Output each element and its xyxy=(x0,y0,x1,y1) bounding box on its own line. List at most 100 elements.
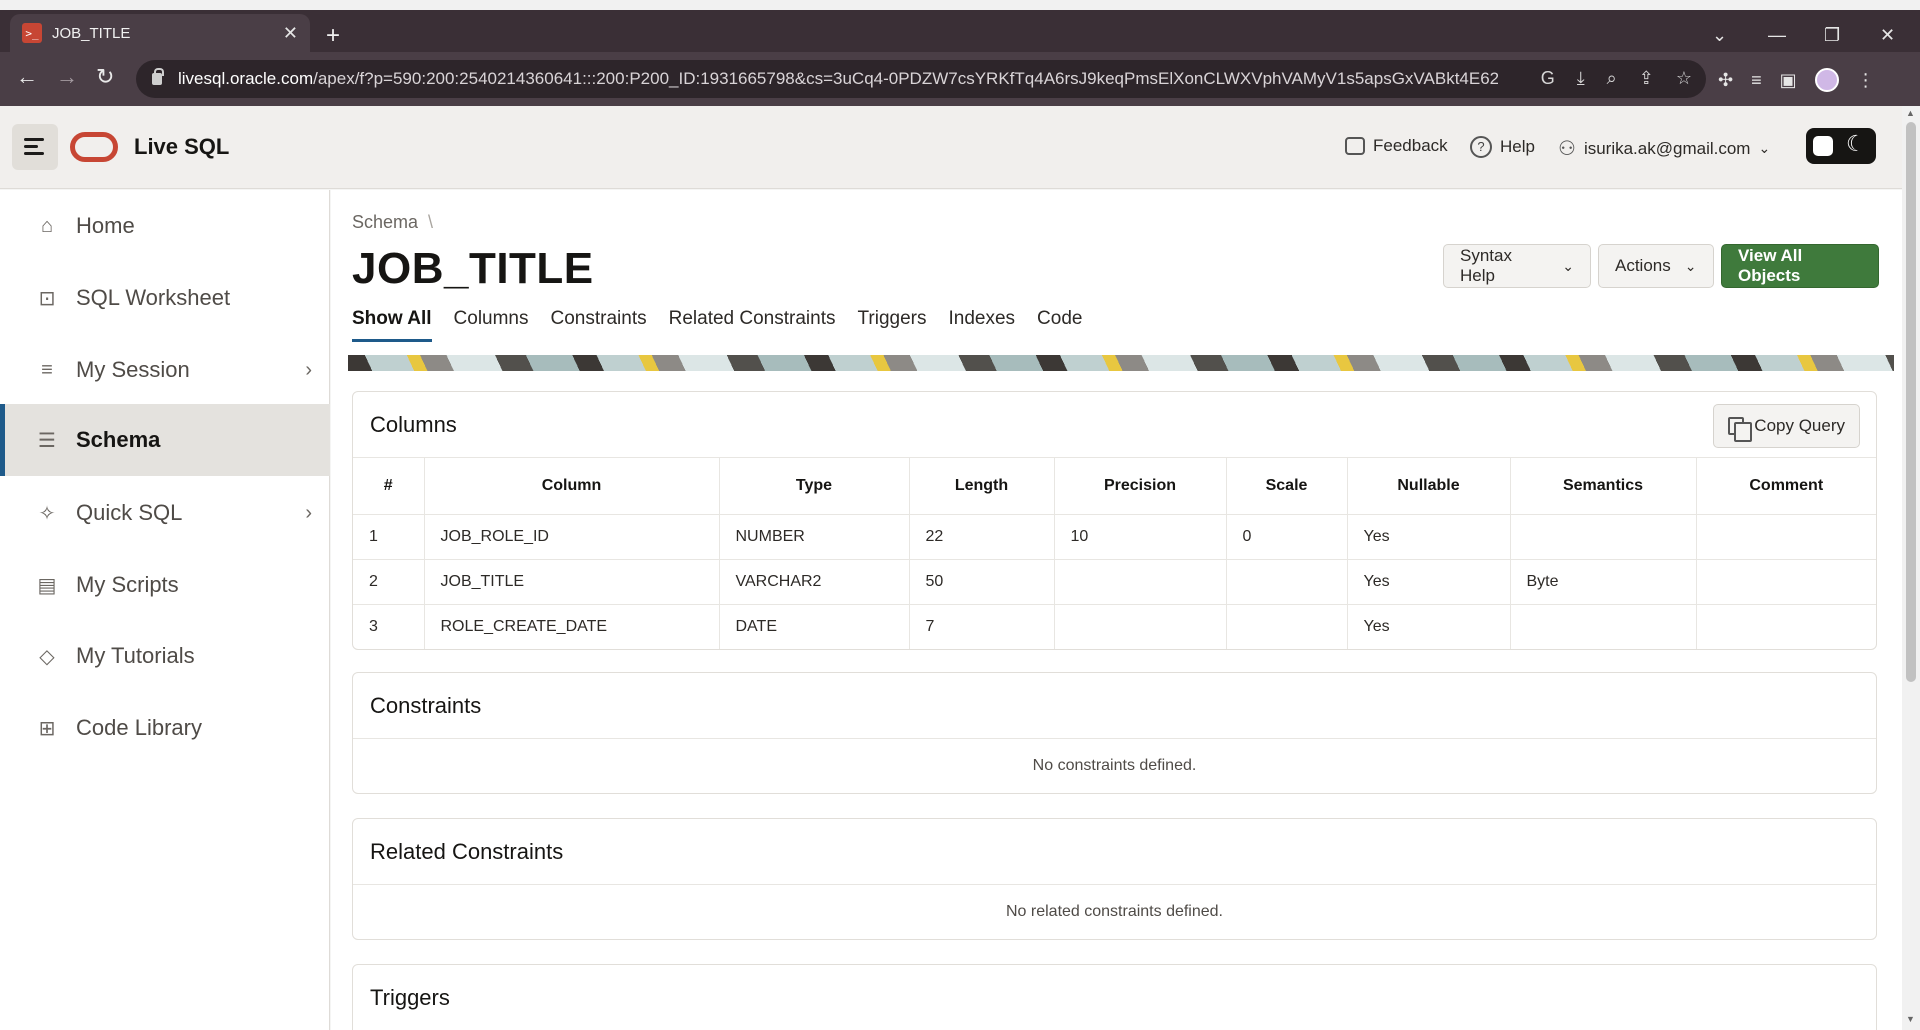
table-cell xyxy=(1696,559,1876,605)
object-tabs: Show All Columns Constraints Related Con… xyxy=(352,308,1082,342)
user-menu[interactable]: ⚇ isurika.ak@gmail.com ⌄ xyxy=(1558,136,1770,161)
table-cell xyxy=(1226,604,1348,649)
table-cell: 7 xyxy=(909,604,1055,649)
scroll-up-icon[interactable]: ▲ xyxy=(1906,108,1915,118)
tab-show-all[interactable]: Show All xyxy=(352,308,432,342)
column-header[interactable]: Precision xyxy=(1054,458,1227,515)
install-app-icon[interactable]: ⤓ xyxy=(1577,68,1585,89)
hamburger-menu-icon[interactable] xyxy=(12,124,58,170)
new-tab-icon[interactable]: + xyxy=(326,24,340,48)
column-header[interactable]: Column xyxy=(424,458,720,515)
columns-card-title: Columns xyxy=(353,392,1876,458)
profile-avatar-icon[interactable] xyxy=(1814,68,1839,92)
related-constraints-card-title: Related Constraints xyxy=(353,819,1876,885)
scroll-down-icon[interactable]: ▼ xyxy=(1906,1014,1915,1024)
column-header[interactable]: Semantics xyxy=(1510,458,1697,515)
library-icon: ⊞ xyxy=(38,717,56,740)
tab-constraints[interactable]: Constraints xyxy=(551,308,647,342)
table-cell xyxy=(1054,604,1227,649)
feedback-link[interactable]: Feedback xyxy=(1345,136,1448,156)
constraints-empty-message: No constraints defined. xyxy=(1032,757,1197,774)
sidebar-item-quick-sql[interactable]: ✧ Quick SQL › xyxy=(0,477,330,549)
close-window-icon[interactable]: ✕ xyxy=(1880,26,1895,44)
tab-indexes[interactable]: Indexes xyxy=(948,308,1015,342)
dark-mode-toggle[interactable]: ☾ xyxy=(1806,128,1876,164)
sidebar-item-my-scripts[interactable]: ▤ My Scripts xyxy=(0,549,330,621)
back-icon[interactable]: ← xyxy=(16,66,38,88)
minimize-icon[interactable]: — xyxy=(1768,26,1786,44)
column-header[interactable]: Type xyxy=(719,458,910,515)
scrollbar-thumb[interactable] xyxy=(1906,122,1916,682)
sidebar-item-schema[interactable]: ☰ Schema xyxy=(0,404,330,476)
actions-button[interactable]: Actions ⌄ xyxy=(1598,244,1714,288)
extensions-puzzle-icon[interactable]: ✣ xyxy=(1718,70,1733,91)
chevron-down-icon: ⌄ xyxy=(1562,257,1574,274)
syntax-help-button[interactable]: Syntax Help ⌄ xyxy=(1443,244,1591,288)
tab-related-constraints[interactable]: Related Constraints xyxy=(669,308,836,342)
table-cell: Yes xyxy=(1347,514,1511,560)
columns-table: # Column Type Length Precision Scale Nul… xyxy=(353,458,1876,649)
sidebar-item-label: Code Library xyxy=(76,715,202,740)
table-cell: 50 xyxy=(909,559,1055,605)
close-tab-icon[interactable]: ✕ xyxy=(283,24,298,42)
breadcrumb-schema-link[interactable]: Schema xyxy=(352,212,418,232)
address-bar[interactable]: livesql.oracle.com/apex/f?p=590:200:2540… xyxy=(136,60,1706,98)
sidebar-item-my-session[interactable]: ≡ My Session › xyxy=(0,334,330,406)
tab-code[interactable]: Code xyxy=(1037,308,1082,342)
home-icon: ⌂ xyxy=(40,214,54,237)
related-constraints-card: Related Constraints No related constrain… xyxy=(352,818,1877,940)
zoom-icon[interactable]: ⌕ xyxy=(1607,68,1617,89)
bookmark-star-icon[interactable]: ☆ xyxy=(1676,68,1692,89)
moon-icon: ☾ xyxy=(1846,131,1866,156)
side-panel-icon[interactable]: ▣ xyxy=(1780,70,1797,91)
tab-triggers[interactable]: Triggers xyxy=(858,308,927,342)
browser-tab[interactable]: >_ JOB_TITLE ✕ xyxy=(10,14,310,52)
wand-icon: ✧ xyxy=(38,502,56,525)
table-cell xyxy=(1510,604,1697,649)
google-lens-icon[interactable]: G xyxy=(1541,68,1555,89)
table-cell: JOB_TITLE xyxy=(424,559,720,605)
sidebar-item-code-library[interactable]: ⊞ Code Library xyxy=(0,692,330,764)
main-content: Schema \ JOB_TITLE Syntax Help ⌄ Actions … xyxy=(331,190,1902,1030)
table-header-row: # Column Type Length Precision Scale Nul… xyxy=(353,458,1876,515)
table-cell: Yes xyxy=(1347,604,1511,649)
column-header[interactable]: Scale xyxy=(1226,458,1348,515)
table-cell: DATE xyxy=(719,604,910,649)
sidebar-item-sql-worksheet[interactable]: ⊡ SQL Worksheet xyxy=(0,262,330,334)
table-cell: ROLE_CREATE_DATE xyxy=(424,604,720,649)
browser-menu-icon[interactable]: ⋮ xyxy=(1857,70,1875,91)
column-header[interactable]: # xyxy=(353,458,425,515)
share-icon[interactable]: ⇪ xyxy=(1639,68,1654,89)
tab-search-chevron-icon[interactable]: ⌄ xyxy=(1712,26,1727,44)
table-cell: 0 xyxy=(1226,514,1348,560)
triggers-card-title: Triggers xyxy=(370,985,450,1010)
syntax-help-label: Syntax Help xyxy=(1460,246,1512,285)
page-scrollbar[interactable]: ▲ ▼ xyxy=(1902,106,1920,1030)
terminal-icon: ⊡ xyxy=(38,287,56,310)
reload-icon[interactable]: ↻ xyxy=(96,66,114,88)
sidebar-item-label: My Scripts xyxy=(76,572,179,597)
forward-icon[interactable]: → xyxy=(56,66,78,88)
media-control-icon[interactable]: ≡ xyxy=(1751,70,1762,91)
column-header[interactable]: Length xyxy=(909,458,1055,515)
browser-toolbar: ← → ↻ livesql.oracle.com/apex/f?p=590:20… xyxy=(0,52,1920,106)
app-title: Live SQL xyxy=(134,134,230,159)
restore-icon[interactable]: ❐ xyxy=(1824,26,1840,44)
related-constraints-empty-message: No related constraints defined. xyxy=(1005,903,1223,920)
triggers-card: Triggers xyxy=(352,964,1877,1030)
sidebar-item-home[interactable]: ⌂ Home xyxy=(0,190,330,262)
help-link[interactable]: ? Help xyxy=(1470,136,1535,158)
lock-icon[interactable] xyxy=(152,68,164,85)
table-cell xyxy=(1054,559,1227,605)
sidebar-item-my-tutorials[interactable]: ◇ My Tutorials xyxy=(0,620,330,692)
browser-tab-bar: >_ JOB_TITLE ✕ + ⌄ — ❐ ✕ xyxy=(0,10,1920,52)
browser-tab-title: JOB_TITLE xyxy=(52,24,131,42)
tab-columns[interactable]: Columns xyxy=(454,308,529,342)
table-cell: 2 xyxy=(353,559,425,605)
column-header[interactable]: Comment xyxy=(1696,458,1876,515)
column-header[interactable]: Nullable xyxy=(1347,458,1511,515)
view-all-objects-button[interactable]: View All Objects xyxy=(1721,244,1879,288)
table-cell: NUMBER xyxy=(719,514,910,560)
copy-query-button[interactable]: Copy Query xyxy=(1713,404,1860,448)
table-cell: 3 xyxy=(353,604,425,649)
